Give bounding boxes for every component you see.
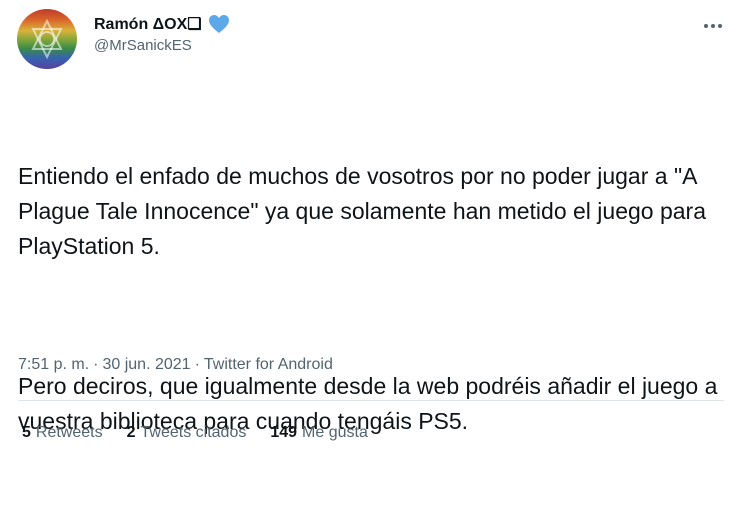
retweets-label: Retweets <box>35 424 103 441</box>
tweet-time[interactable]: 7:51 p. m. <box>18 356 89 373</box>
author-handle[interactable]: @MrSanickES <box>94 37 230 54</box>
tweet-paragraph: Entiendo el enfado de muchos de vosotros… <box>18 163 713 259</box>
quote-tweets-stat[interactable]: 2 Tweets citados <box>127 424 247 442</box>
meta-separator: · <box>194 356 200 373</box>
name-row: Ramón ΔOX❑ <box>94 13 230 35</box>
quote-tweets-label: Tweets citados <box>140 424 247 441</box>
retweets-stat[interactable]: 5 Retweets <box>22 424 103 442</box>
meta-separator: · <box>93 356 99 373</box>
likes-label: Me gusta <box>302 424 368 441</box>
more-options-button[interactable] <box>697 12 729 40</box>
tweet-card: Ramón ΔOX❑ @MrSanickES Entiendo el enfad… <box>0 0 743 467</box>
tweet-meta: 7:51 p. m. · 30 jun. 2021 · Twitter for Andr… <box>18 356 333 374</box>
tweet-source[interactable]: Twitter for Android <box>204 356 333 373</box>
tweet-text: Entiendo el enfado de muchos de vosotros… <box>18 89 723 509</box>
engagement-stats: 5 Retweets 2 Tweets citados 149 Me gusta <box>22 424 368 442</box>
author-block: Ramón ΔOX❑ @MrSanickES <box>94 13 230 54</box>
quote-tweets-count: 2 <box>126 424 136 441</box>
retweets-count: 5 <box>22 424 31 441</box>
avatar[interactable] <box>17 9 77 69</box>
likes-stat[interactable]: 149 Me gusta <box>270 424 368 442</box>
display-name[interactable]: Ramón ΔOX❑ <box>94 14 202 34</box>
likes-count: 149 <box>270 424 298 441</box>
tweet-date[interactable]: 30 jun. 2021 <box>102 356 190 373</box>
avatar-emblem-icon <box>31 18 63 60</box>
blue-heart-icon <box>208 14 230 34</box>
more-dots-icon <box>704 24 722 28</box>
divider <box>18 400 724 401</box>
